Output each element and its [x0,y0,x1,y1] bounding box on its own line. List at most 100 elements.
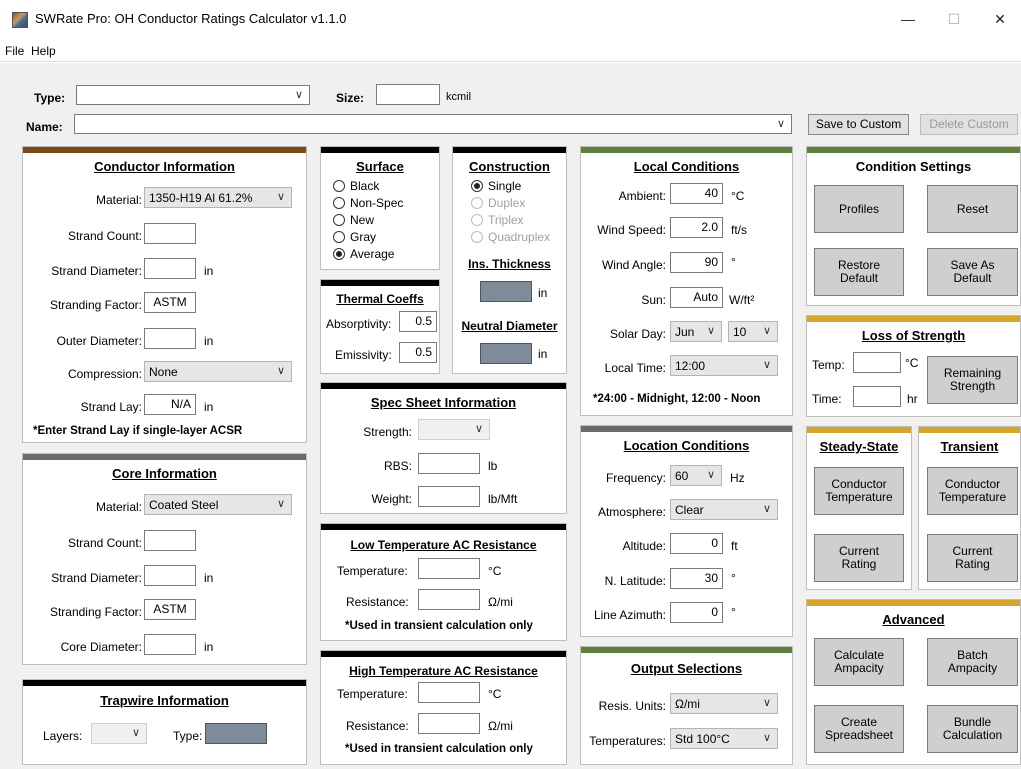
delete-custom-button[interactable]: Delete Custom [920,114,1018,135]
maximize-button[interactable]: ☐ [931,4,977,34]
spec-title: Spec Sheet Information [370,395,517,410]
low-temperature-input[interactable] [418,558,480,579]
radio-icon[interactable] [471,231,483,243]
strand-count-input[interactable] [144,223,196,244]
strength-select[interactable]: ∨ [418,419,490,440]
reset-button[interactable]: Reset [927,185,1018,233]
compression-select[interactable]: None ∨ [144,361,292,382]
strand-diameter-input[interactable] [144,258,196,279]
core-material-select[interactable]: Coated Steel ∨ [144,494,292,515]
close-button[interactable]: ✕ [977,4,1021,34]
core-strand-count-input[interactable] [144,530,196,551]
outer-diameter-label: Outer Diameter: [56,334,142,348]
steady-conductor-temperature-button[interactable]: Conductor Temperature [814,467,904,515]
frequency-select[interactable]: 60 ∨ [670,465,722,486]
high-ac-title: High Temperature AC Resistance [349,664,538,678]
rbs-input[interactable] [418,453,480,474]
panel-color-bar [321,280,439,286]
latitude-input[interactable]: 30 [670,568,723,589]
los-time-input[interactable] [853,386,901,407]
low-temperature-label: Temperature: [337,564,408,578]
type-select[interactable]: ∨ [76,85,310,105]
wind-angle-input[interactable]: 90 [670,252,723,273]
radio-icon[interactable] [333,214,345,226]
low-resistance-input[interactable] [418,589,480,610]
low-ac-title: Low Temperature AC Resistance [350,538,537,552]
ambient-input[interactable]: 40 [670,183,723,204]
chevron-down-icon: ∨ [762,503,771,515]
emissivity-input[interactable]: 0.5 [399,342,437,363]
solar-month-select[interactable]: Jun ∨ [670,321,722,342]
radio-icon[interactable] [471,214,483,226]
wind-speed-input[interactable]: 2.0 [670,217,723,238]
remaining-strength-button[interactable]: Remaining Strength [927,356,1018,404]
local-time-label: Local Time: [604,361,666,375]
outer-diameter-input[interactable] [144,328,196,349]
save-to-custom-button[interactable]: Save to Custom [808,114,909,135]
radio-icon[interactable] [333,180,345,192]
menu-help[interactable]: Help [31,44,56,58]
minimize-button[interactable]: — [885,4,931,34]
local-panel: Local Conditions Ambient: 40 °C Wind Spe… [580,146,793,416]
panel-color-bar [581,647,792,653]
stranding-factor-label: Stranding Factor: [49,298,142,312]
resis-units-select[interactable]: Ω/mi ∨ [670,693,778,714]
trapwire-type-field[interactable] [205,723,267,744]
local-time-select[interactable]: 12:00 ∨ [670,355,778,376]
atmosphere-select[interactable]: Clear ∨ [670,499,778,520]
frequency-label: Frequency: [605,471,666,485]
high-ac-panel: High Temperature AC Resistance Temperatu… [320,650,567,765]
temperatures-select[interactable]: Std 100°C ∨ [670,728,778,749]
create-spreadsheet-button[interactable]: Create Spreadsheet [814,705,904,753]
radio-icon[interactable] [333,197,345,209]
stranding-factor-input[interactable]: ASTM [144,292,196,313]
strand-lay-input[interactable]: N/A [144,394,196,415]
solar-day-select[interactable]: 10 ∨ [728,321,778,342]
batch-ampacity-button[interactable]: Batch Ampacity [927,638,1018,686]
trapwire-title: Trapwire Information [100,693,229,708]
transient-title: Transient [940,439,999,454]
panel-color-bar [321,524,566,530]
app-icon [12,12,28,28]
los-temp-input[interactable] [853,352,901,373]
chevron-down-icon: ∨ [474,423,483,435]
profiles-button[interactable]: Profiles [814,185,904,233]
altitude-input[interactable]: 0 [670,533,723,554]
panel-color-bar [807,427,911,433]
steady-current-rating-button[interactable]: Current Rating [814,534,904,582]
sun-input[interactable]: Auto [670,287,723,308]
restore-default-button[interactable]: Restore Default [814,248,904,296]
low-ac-panel: Low Temperature AC Resistance Temperatur… [320,523,567,641]
weight-input[interactable] [418,486,480,507]
transient-current-rating-button[interactable]: Current Rating [927,534,1018,582]
high-temperature-input[interactable] [418,682,480,703]
save-as-default-button[interactable]: Save As Default [927,248,1018,296]
menu-file[interactable]: File [5,44,24,58]
emissivity-label: Emissivity: [335,348,392,362]
panel-color-bar [23,454,306,460]
absorptivity-input[interactable]: 0.5 [399,311,437,332]
conductor-material-select[interactable]: 1350-H19 Al 61.2% ∨ [144,187,292,208]
core-stranding-factor-input[interactable]: ASTM [144,599,196,620]
chevron-down-icon: ∨ [762,697,771,709]
radio-selected-icon[interactable] [471,180,483,192]
layers-select[interactable]: ∨ [91,723,147,744]
latitude-unit: ° [731,571,736,585]
azimuth-input[interactable]: 0 [670,602,723,623]
transient-conductor-temperature-button[interactable]: Conductor Temperature [927,467,1018,515]
name-select[interactable]: ∨ [74,114,792,134]
radio-icon[interactable] [333,231,345,243]
size-input[interactable] [376,84,440,105]
strand-lay-label: Strand Lay: [80,400,142,414]
core-diameter-input[interactable] [144,634,196,655]
bundle-calculation-button[interactable]: Bundle Calculation [927,705,1018,753]
neutral-diameter-field[interactable] [480,343,532,364]
radio-icon[interactable] [471,197,483,209]
calculate-ampacity-button[interactable]: Calculate Ampacity [814,638,904,686]
core-strand-diameter-input[interactable] [144,565,196,586]
type-label: Type: [34,91,66,105]
ins-thickness-field[interactable] [480,281,532,302]
high-resistance-input[interactable] [418,713,480,734]
core-material-label: Material: [95,500,142,514]
radio-selected-icon[interactable] [333,248,345,260]
